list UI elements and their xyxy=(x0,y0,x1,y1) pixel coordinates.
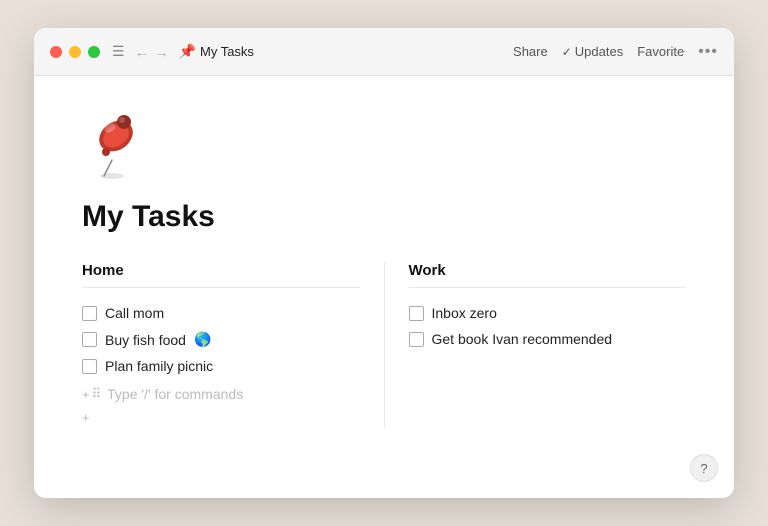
minimize-button[interactable] xyxy=(69,46,81,58)
task-label: Inbox zero xyxy=(432,305,497,321)
nav-buttons: ← → xyxy=(135,44,169,60)
share-button[interactable]: Share xyxy=(513,44,548,59)
add-placeholder: Type '/' for commands xyxy=(107,386,243,402)
column-work: Work Inbox zero Get book Ivan recommende… xyxy=(385,262,687,428)
page-title: My Tasks xyxy=(82,200,686,234)
work-task-list: Inbox zero Get book Ivan recommended xyxy=(409,300,687,352)
more-options-button[interactable]: ••• xyxy=(698,43,718,61)
task-checkbox[interactable] xyxy=(409,332,424,347)
drag-icon: ⠿ xyxy=(92,386,102,402)
page-title-bar: My Tasks xyxy=(200,44,513,59)
help-button[interactable]: ? xyxy=(690,454,718,482)
back-arrow-icon[interactable]: ← xyxy=(135,44,149,60)
task-label: Plan family picnic xyxy=(105,358,213,374)
add-icon: + xyxy=(82,387,90,402)
page-icon xyxy=(82,108,146,180)
updates-button[interactable]: ✓ Updates xyxy=(562,44,623,59)
column-work-header: Work xyxy=(409,262,687,288)
maximize-button[interactable] xyxy=(88,46,100,58)
task-checkbox[interactable] xyxy=(82,359,97,374)
task-item: Call mom xyxy=(82,300,360,326)
updates-check-icon: ✓ xyxy=(562,45,572,59)
close-button[interactable] xyxy=(50,46,62,58)
hamburger-icon[interactable]: ☰ xyxy=(112,43,125,60)
task-item: Buy fish food 🌎 xyxy=(82,326,360,353)
columns-container: Home Call mom Buy fish food 🌎 xyxy=(82,262,686,428)
favorite-button[interactable]: Favorite xyxy=(637,44,684,59)
titlebar-actions: Share ✓ Updates Favorite ••• xyxy=(513,43,718,61)
forward-arrow-icon[interactable]: → xyxy=(155,44,169,60)
column-home-header: Home xyxy=(82,262,360,288)
main-window: ☰ ← → 📌 My Tasks Share ✓ Updates Favorit… xyxy=(34,28,734,498)
pin-icon: 📌 xyxy=(179,43,196,60)
traffic-lights xyxy=(50,46,100,58)
add-task-row[interactable]: + ⠿ Type '/' for commands xyxy=(82,381,360,407)
task-item: Get book Ivan recommended xyxy=(409,326,687,352)
task-checkbox[interactable] xyxy=(82,306,97,321)
task-emoji: 🌎 xyxy=(194,331,211,348)
add-extra-button[interactable]: + xyxy=(82,407,360,428)
add-task-icons: + ⠿ xyxy=(82,386,101,402)
content-area: My Tasks Home Call mom Buy fish food 🌎 xyxy=(34,76,734,498)
column-home: Home Call mom Buy fish food 🌎 xyxy=(82,262,385,428)
task-item: Inbox zero xyxy=(409,300,687,326)
titlebar: ☰ ← → 📌 My Tasks Share ✓ Updates Favorit… xyxy=(34,28,734,76)
task-label: Buy fish food xyxy=(105,332,186,348)
task-checkbox[interactable] xyxy=(409,306,424,321)
task-label: Call mom xyxy=(105,305,164,321)
task-label: Get book Ivan recommended xyxy=(432,331,613,347)
plus-icon: + xyxy=(82,410,90,425)
task-checkbox[interactable] xyxy=(82,332,97,347)
home-task-list: Call mom Buy fish food 🌎 Plan family pic… xyxy=(82,300,360,428)
task-item: Plan family picnic xyxy=(82,353,360,379)
